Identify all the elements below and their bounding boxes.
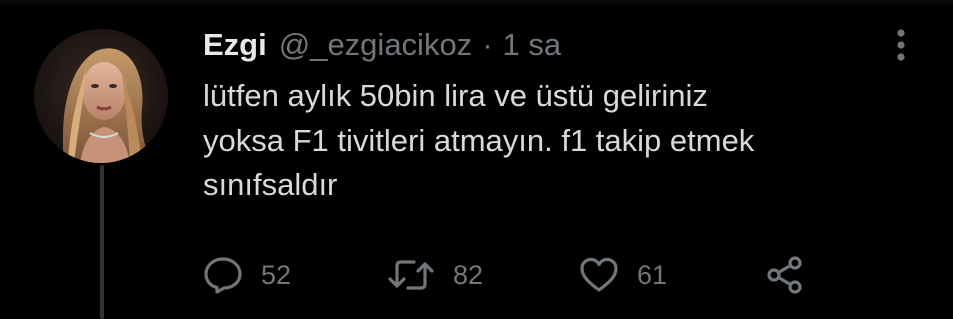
user-handle[interactable]: @_ezgiacikoz bbox=[279, 26, 472, 64]
like-count: 61 bbox=[637, 259, 668, 290]
tweet-header: Ezgi @_ezgiacikoz · 1 sa bbox=[203, 26, 923, 64]
tweet-body: Ezgi @_ezgiacikoz · 1 sa lütfen aylık 50… bbox=[203, 26, 923, 208]
previous-tweet-edge bbox=[0, 0, 953, 8]
reply-button[interactable]: 52 bbox=[203, 255, 291, 295]
retweet-button[interactable]: 82 bbox=[387, 255, 483, 295]
share-icon bbox=[765, 255, 805, 295]
share-button[interactable] bbox=[765, 255, 805, 295]
more-vertical-icon[interactable] bbox=[887, 28, 915, 62]
profile-photo-icon bbox=[34, 29, 168, 163]
display-name[interactable]: Ezgi bbox=[203, 26, 267, 64]
thread-connector-line bbox=[100, 165, 104, 319]
reply-icon bbox=[203, 256, 243, 294]
retweet-count: 82 bbox=[453, 259, 484, 290]
timestamp[interactable]: 1 sa bbox=[503, 26, 562, 64]
avatar[interactable] bbox=[34, 29, 168, 163]
like-button[interactable]: 61 bbox=[579, 255, 667, 295]
reply-count: 52 bbox=[261, 259, 292, 290]
heart-icon bbox=[579, 256, 619, 294]
separator-dot: · bbox=[482, 27, 493, 62]
retweet-icon bbox=[387, 256, 435, 294]
tweet-text: lütfen aylık 50bin lira ve üstü gelirini… bbox=[203, 78, 755, 202]
